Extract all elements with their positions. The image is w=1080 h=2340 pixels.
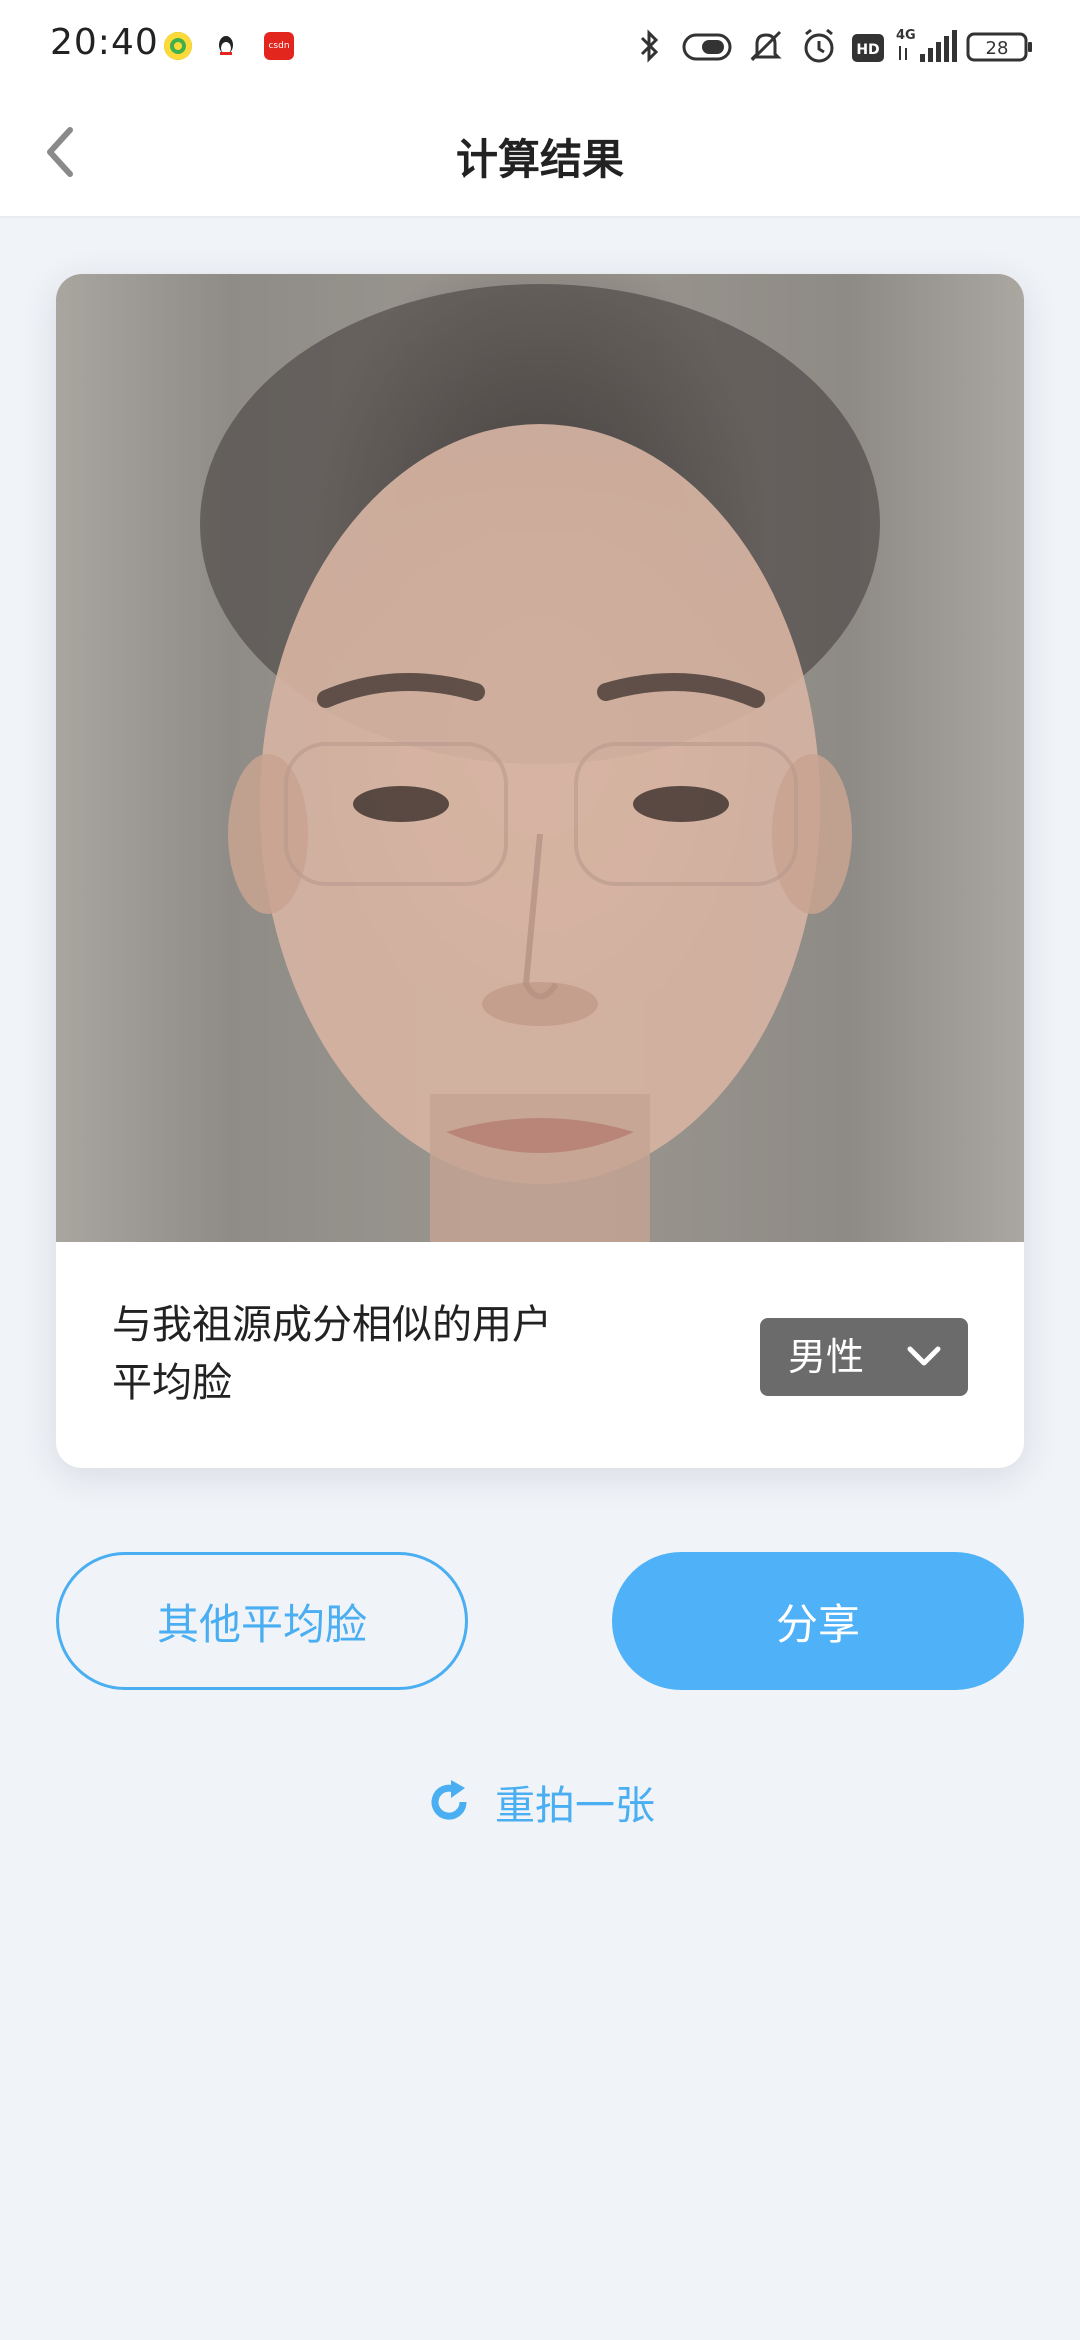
- gender-selected-label: 男性: [788, 1335, 865, 1379]
- mute-icon: [748, 26, 784, 66]
- retake-label: 重拍一张: [495, 1783, 655, 1829]
- bluetooth-icon: [636, 26, 664, 66]
- hd-icon: HD: [852, 34, 884, 62]
- battery-icon: 28: [966, 32, 1034, 62]
- gender-select[interactable]: 男性: [760, 1318, 968, 1396]
- refresh-icon: [431, 1780, 467, 1820]
- network-label: 4G: [896, 28, 916, 43]
- page-title: 计算结果: [455, 135, 624, 184]
- battery-level: 28: [986, 38, 1009, 59]
- app-bar: 计算结果: [0, 96, 1080, 218]
- signal-icon: 4G: [894, 26, 974, 66]
- chevron-down-icon: [907, 1346, 941, 1366]
- average-face-image: [56, 274, 1024, 1242]
- retake-photo-button[interactable]: 重拍一张: [0, 1772, 1080, 1832]
- hd-label: HD: [856, 42, 879, 58]
- alarm-icon: [800, 26, 838, 66]
- qq-icon: [214, 32, 238, 60]
- result-card: 与我祖源成分相似的用户平均脸 男性: [56, 274, 1024, 1468]
- other-average-faces-button[interactable]: 其他平均脸: [56, 1552, 468, 1690]
- result-caption: 与我祖源成分相似的用户平均脸: [112, 1302, 552, 1406]
- share-button[interactable]: 分享: [612, 1552, 1024, 1690]
- csdn-icon: csdn: [264, 32, 294, 60]
- app-notification-icon: [164, 32, 192, 60]
- status-time: 20:40: [50, 22, 159, 63]
- toggle-icon: [682, 32, 732, 62]
- status-bar: 20:40 csdn HD 4G 28: [0, 0, 1080, 96]
